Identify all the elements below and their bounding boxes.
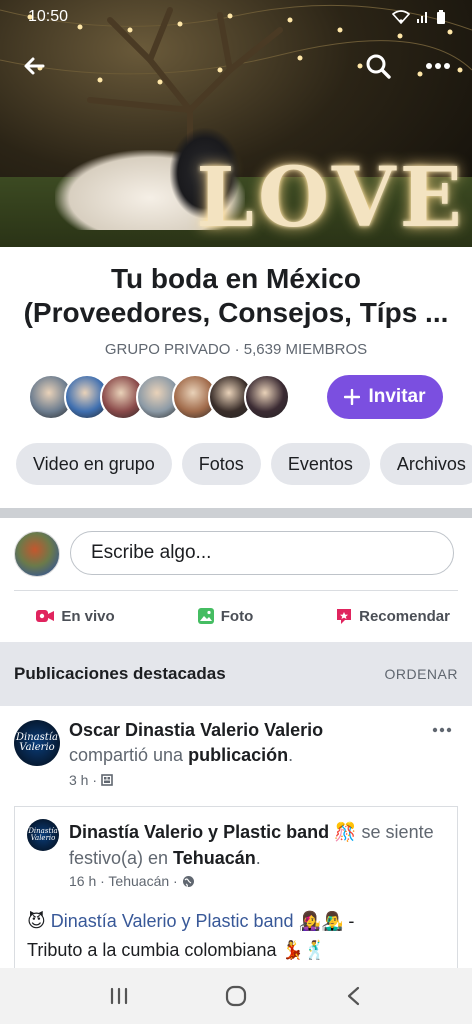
post-time-text[interactable]: 3 h · bbox=[69, 772, 97, 788]
post-more-options[interactable] bbox=[432, 716, 452, 739]
globe-icon bbox=[182, 875, 194, 887]
post-action-prefix: compartió una bbox=[69, 745, 189, 765]
featured-posts-header: Publicaciones destacadas ORDENAR bbox=[0, 642, 472, 706]
shared-post-body: 😈 Dinastía Valerio y Plastic band 👩‍🎤👨‍🎤… bbox=[27, 907, 447, 965]
status-icons bbox=[392, 9, 446, 25]
photo-label: Foto bbox=[220, 607, 254, 625]
system-navigation-bar bbox=[0, 968, 472, 1024]
order-button[interactable]: ORDENAR bbox=[384, 666, 458, 682]
battery-icon bbox=[437, 9, 445, 24]
body-emoji-mid: 👩‍🎤👨‍🎤 bbox=[298, 911, 344, 931]
recommend-button[interactable]: Recomendar bbox=[300, 598, 472, 634]
live-video-label: En vivo bbox=[61, 607, 115, 625]
shared-timestamp: 16 h · Tehuacán · bbox=[69, 873, 195, 889]
composer-actions: En vivo Foto Recomendar bbox=[0, 598, 472, 634]
member-avatars[interactable] bbox=[28, 374, 290, 420]
post-timestamp: 3 h · bbox=[69, 772, 113, 788]
body-emoji-start: 😈 bbox=[27, 911, 46, 931]
post-author-name[interactable]: Oscar Dinastia Valerio Valerio bbox=[69, 720, 323, 741]
post-action-suffix: . bbox=[288, 745, 294, 765]
status-bar: 10:50 bbox=[0, 0, 472, 34]
member-avatar[interactable] bbox=[244, 374, 290, 420]
group-title-line2: (Proveedores, Consejos, Típs ... bbox=[23, 297, 449, 328]
shared-author-avatar[interactable]: Dinastía Valerio bbox=[27, 819, 59, 851]
group-privacy-icon bbox=[101, 774, 113, 786]
body-page-link[interactable]: Dinastía Valerio y Plastic band bbox=[51, 911, 294, 931]
search-button[interactable] bbox=[362, 50, 394, 82]
tab-fotos[interactable]: Fotos bbox=[181, 443, 261, 485]
more-options-button[interactable] bbox=[420, 50, 456, 82]
current-user-avatar[interactable] bbox=[14, 531, 60, 577]
back-arrow-icon bbox=[24, 57, 45, 75]
featured-title: Publicaciones destacadas bbox=[14, 664, 226, 683]
signal-icon bbox=[417, 12, 427, 23]
body-text: Tributo a la cumbia colombiana bbox=[27, 940, 277, 960]
post-action-object[interactable]: publicación bbox=[188, 745, 288, 765]
love-sign: LOVE bbox=[196, 150, 466, 246]
system-back-button[interactable] bbox=[333, 976, 373, 1016]
composer-placeholder: Escribe algo... bbox=[91, 542, 212, 563]
feeling-emoji: 🎊 bbox=[334, 822, 357, 842]
tab-archivos[interactable]: Archivos bbox=[379, 443, 472, 485]
more-dots-icon bbox=[432, 727, 452, 733]
invite-button[interactable]: Invitar bbox=[327, 375, 443, 419]
tab-eventos[interactable]: Eventos bbox=[270, 443, 370, 485]
recommend-label: Recomendar bbox=[359, 607, 450, 625]
post-author-avatar[interactable]: Dinastía Valerio bbox=[14, 720, 60, 766]
cover-top-bar bbox=[0, 44, 472, 88]
search-icon bbox=[366, 54, 391, 79]
photo-button[interactable]: Foto bbox=[150, 598, 300, 634]
shared-place[interactable]: Tehuacán bbox=[173, 848, 256, 868]
post-action-text: compartió una publicación. bbox=[69, 745, 293, 766]
live-video-icon bbox=[36, 610, 55, 622]
shared-avatar-text: Dinastía Valerio bbox=[28, 827, 58, 842]
recommend-icon bbox=[337, 609, 352, 624]
live-video-button[interactable]: En vivo bbox=[0, 598, 150, 634]
post-composer: Escribe algo... bbox=[0, 518, 472, 590]
group-meta: GRUPO PRIVADO · 5,639 MIEMBROS bbox=[104, 341, 368, 358]
more-dots-icon bbox=[426, 63, 450, 69]
group-tabs: Video en grupo Fotos Eventos Archivos bbox=[16, 443, 472, 485]
recent-apps-icon bbox=[110, 987, 127, 1005]
group-title-line1: Tu boda en México bbox=[111, 263, 361, 294]
chevron-left-icon bbox=[348, 986, 360, 1006]
plus-icon bbox=[344, 389, 361, 405]
home-icon bbox=[225, 985, 247, 1007]
group-cover-photo[interactable]: LOVE bbox=[0, 0, 472, 247]
shared-post-header: Dinastía Valerio y Plastic band 🎊 se sie… bbox=[69, 819, 449, 871]
recent-apps-button[interactable] bbox=[99, 976, 139, 1016]
composer-divider bbox=[14, 590, 458, 591]
shared-place-suffix: . bbox=[255, 848, 261, 868]
home-button[interactable] bbox=[216, 976, 256, 1016]
group-title[interactable]: Tu boda en México (Proveedores, Consejos… bbox=[0, 262, 472, 330]
status-time: 10:50 bbox=[28, 8, 69, 25]
wifi-icon bbox=[392, 10, 410, 24]
write-something-input[interactable]: Escribe algo... bbox=[70, 531, 454, 575]
shared-post-card[interactable]: Dinastía Valerio Dinastía Valerio y Plas… bbox=[14, 806, 458, 986]
body-dash: - bbox=[343, 911, 355, 931]
photo-icon bbox=[197, 608, 214, 624]
tab-video-en-grupo[interactable]: Video en grupo bbox=[16, 443, 172, 485]
back-button[interactable] bbox=[18, 50, 50, 82]
post-avatar-text: Dinastía Valerio bbox=[16, 732, 58, 753]
shared-time-text[interactable]: 16 h · Tehuacán · bbox=[69, 873, 178, 889]
invite-label: Invitar bbox=[368, 386, 426, 407]
shared-author-name[interactable]: Dinastía Valerio y Plastic band bbox=[69, 822, 329, 842]
body-emoji-end: 💃🕺 bbox=[281, 940, 327, 960]
section-separator bbox=[0, 508, 472, 518]
